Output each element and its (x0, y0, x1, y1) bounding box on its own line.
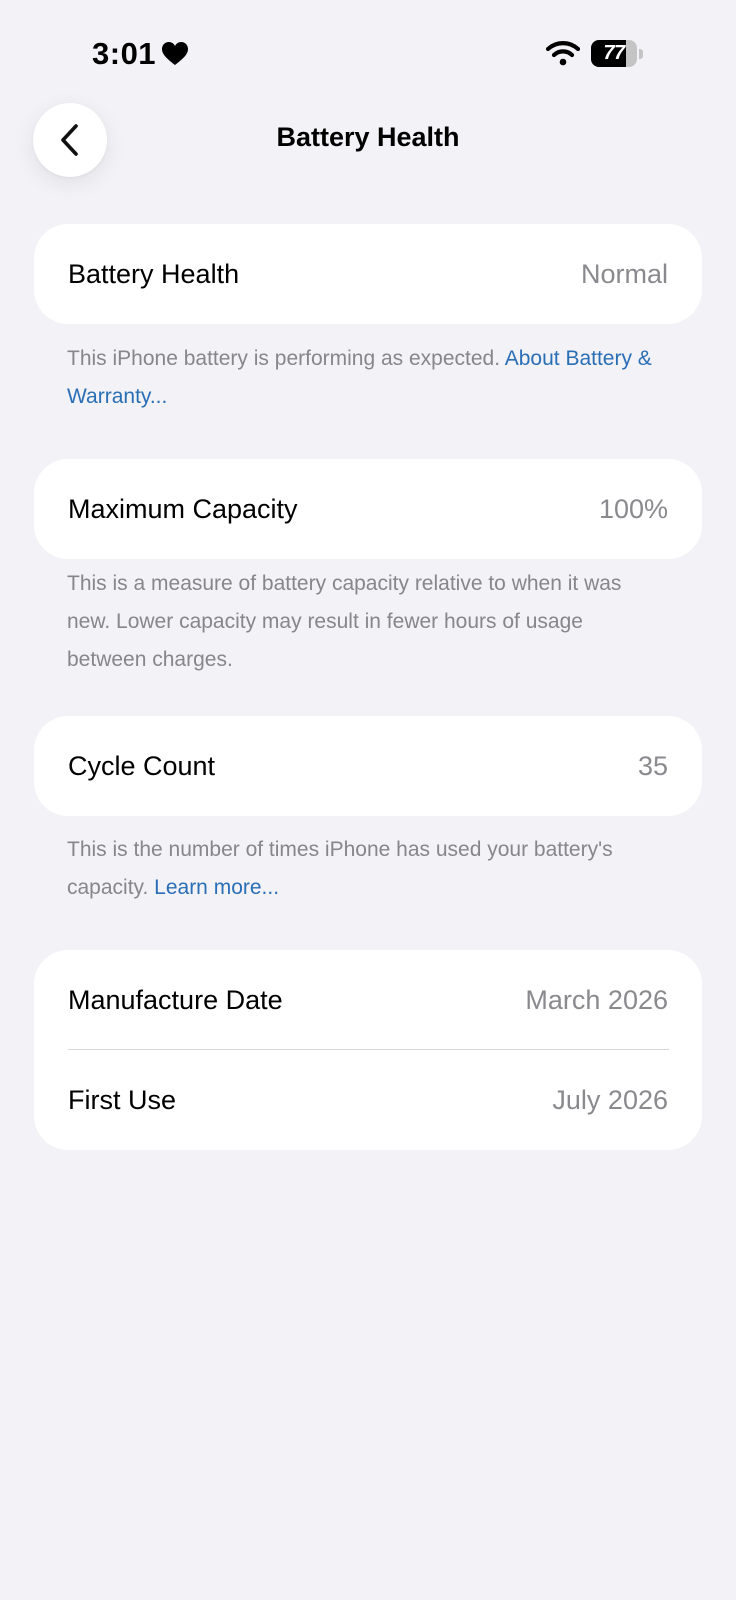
first-use-row: First Use July 2026 (68, 1050, 668, 1150)
status-bar: 3:01 77 (0, 0, 736, 100)
battery-body: 77 (591, 40, 637, 67)
maximum-capacity-label: Maximum Capacity (68, 493, 298, 524)
manufacture-date-row: Manufacture Date March 2026 (68, 950, 668, 1050)
battery-health-label: Battery Health (68, 258, 240, 289)
heart-icon (162, 42, 189, 66)
status-time: 3:01 (92, 36, 157, 71)
battery-health-card: Battery Health Normal (34, 224, 702, 324)
status-time-group: 3:01 (92, 36, 189, 72)
dates-card: Manufacture Date March 2026 First Use Ju… (34, 950, 702, 1150)
maximum-capacity-row: Maximum Capacity 100% (68, 459, 668, 559)
maximum-capacity-footnote-text: This is a measure of battery capacity re… (67, 572, 622, 671)
battery-level-text: 77 (603, 42, 625, 64)
battery-health-footnote: This iPhone battery is performing as exp… (67, 340, 667, 416)
cycle-count-footnote-text: This is the number of times iPhone has u… (67, 838, 613, 899)
battery-health-footnote-text: This iPhone battery is performing as exp… (67, 347, 505, 370)
cycle-count-row: Cycle Count 35 (68, 716, 668, 816)
manufacture-date-label: Manufacture Date (68, 984, 283, 1015)
battery-health-value: Normal (580, 258, 668, 289)
cycle-count-label: Cycle Count (68, 750, 216, 781)
cycle-count-value: 35 (637, 750, 668, 781)
manufacture-date-value: March 2026 (525, 984, 668, 1015)
battery-icon: 77 (591, 40, 643, 67)
battery-health-row: Battery Health Normal (68, 224, 668, 324)
maximum-capacity-footnote: This is a measure of battery capacity re… (67, 565, 667, 679)
cycle-count-footnote: This is the number of times iPhone has u… (67, 831, 667, 907)
wifi-icon (545, 40, 581, 66)
learn-more-link[interactable]: Learn more... (154, 876, 279, 899)
first-use-value: July 2026 (552, 1084, 668, 1115)
cycle-count-card: Cycle Count 35 (34, 716, 702, 816)
maximum-capacity-value: 100% (598, 493, 668, 524)
first-use-label: First Use (68, 1084, 176, 1115)
battery-tip (639, 49, 643, 59)
page-title: Battery Health (276, 122, 460, 152)
maximum-capacity-card: Maximum Capacity 100% (34, 459, 702, 559)
